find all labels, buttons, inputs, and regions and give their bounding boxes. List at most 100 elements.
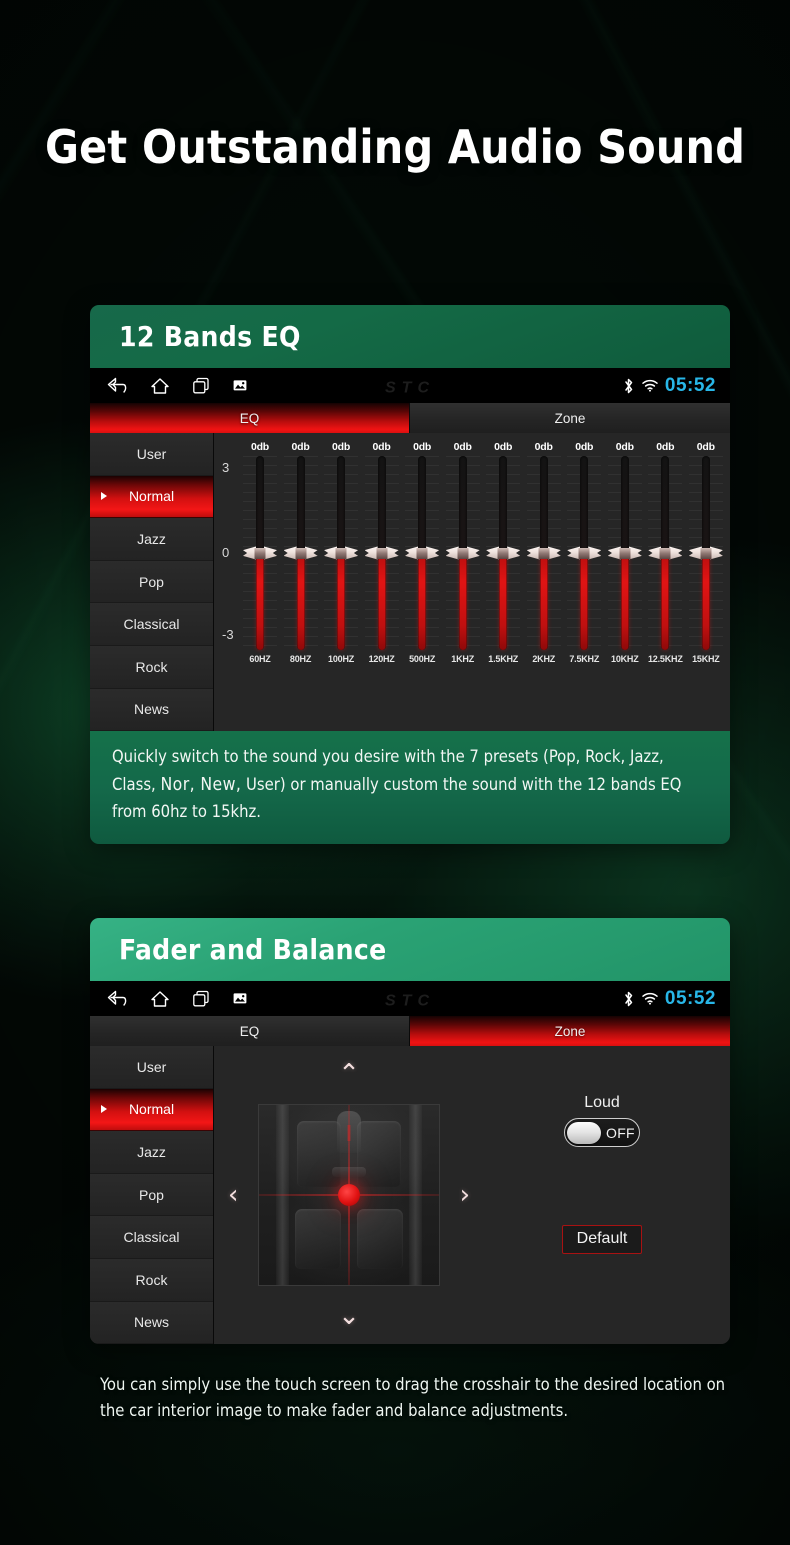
tab-zone[interactable]: Zone xyxy=(410,403,730,433)
eq-knob-bar xyxy=(376,547,388,559)
eq-band-knob[interactable] xyxy=(283,546,318,560)
preset-label: Normal xyxy=(128,1101,175,1118)
balance-right-arrow-icon[interactable]: › xyxy=(460,1182,470,1208)
preset-item-news[interactable]: News xyxy=(90,1301,213,1345)
eq-band-knob[interactable] xyxy=(324,546,359,560)
eq-band-frequency-label: 1.5KHZ xyxy=(488,654,519,664)
back-arrow-icon[interactable] xyxy=(107,377,128,394)
eq-knob-right-wing xyxy=(628,546,642,560)
preset-item-user[interactable]: User xyxy=(90,433,213,476)
eq-band-frequency-label: 2KHZ xyxy=(532,654,556,664)
eq-band-knob[interactable] xyxy=(688,546,723,560)
eq-band-fill xyxy=(378,553,386,650)
back-arrow-icon[interactable] xyxy=(107,990,128,1007)
preset-item-classical[interactable]: Classical xyxy=(90,1216,213,1259)
balance-left-arrow-icon[interactable]: ‹ xyxy=(228,1182,238,1208)
eq-band-fill xyxy=(621,553,629,650)
preset-label: Jazz xyxy=(137,530,166,547)
fader-right-controls: Loud OFF Default xyxy=(474,1046,730,1344)
eq-band-frequency-label: 12.5KHZ xyxy=(648,654,683,664)
preset-item-user[interactable]: User xyxy=(90,1046,213,1089)
preset-item-jazz[interactable]: Jazz xyxy=(90,1131,213,1174)
tab-zone[interactable]: Zone xyxy=(410,1016,730,1046)
eq-band-fill xyxy=(540,553,548,650)
preset-item-pop[interactable]: Pop xyxy=(90,1173,213,1217)
crosshair-handle[interactable] xyxy=(338,1184,360,1206)
caption-eq: Quickly switch to the sound you desire w… xyxy=(90,731,730,844)
eq-band-value: 0db xyxy=(291,441,310,453)
eq-band-value: 0db xyxy=(696,441,715,453)
eq-band-knob[interactable] xyxy=(648,546,683,560)
eq-band-frequency-label: 10KHZ xyxy=(611,654,639,664)
eq-band-knob[interactable] xyxy=(567,546,602,560)
eq-knob-bar xyxy=(295,547,307,559)
eq-band-knob[interactable] xyxy=(607,546,642,560)
preset-item-classical[interactable]: Classical xyxy=(90,603,213,646)
eq-band-knob[interactable] xyxy=(405,546,440,560)
eq-band-value: 0db xyxy=(372,441,391,453)
eq-band-frequency-label: 100HZ xyxy=(328,654,355,664)
status-bar-nav-icons xyxy=(107,377,247,395)
eq-band-slider[interactable] xyxy=(324,456,359,650)
screenshot-icon[interactable] xyxy=(233,379,247,392)
caption-eq-emphasis: Nor, New, xyxy=(160,774,242,795)
preset-label: Pop xyxy=(139,573,164,590)
car-interior-pad[interactable] xyxy=(258,1104,440,1286)
home-icon[interactable] xyxy=(150,377,170,395)
eq-body: User Normal Jazz Pop Classical Rock News… xyxy=(90,433,730,732)
preset-item-rock[interactable]: Rock xyxy=(90,1258,213,1302)
eq-band-knob[interactable] xyxy=(526,546,561,560)
eq-knob-bar xyxy=(619,547,631,559)
eq-band-fill xyxy=(702,553,710,650)
eq-knob-bar xyxy=(497,547,509,559)
eq-band-knob[interactable] xyxy=(486,546,521,560)
home-icon[interactable] xyxy=(150,990,170,1008)
recents-icon[interactable] xyxy=(192,990,211,1008)
tab-eq[interactable]: EQ xyxy=(90,403,410,433)
toggle-state-label: OFF xyxy=(606,1124,635,1141)
eq-band-slider[interactable] xyxy=(607,456,642,650)
eq-band-slider[interactable] xyxy=(526,456,561,650)
preset-list-fader: User Normal Jazz Pop Classical Rock News xyxy=(90,1046,214,1345)
eq-band-fill xyxy=(459,553,467,650)
car-seat-rear-right xyxy=(357,1209,403,1269)
eq-band-value: 0db xyxy=(575,441,594,453)
screenshot-icon[interactable] xyxy=(233,992,247,1005)
fader-down-arrow-icon[interactable]: ⌄ xyxy=(338,1303,360,1329)
eq-band: 0db 15KHZ xyxy=(688,441,724,727)
tab-eq[interactable]: EQ xyxy=(90,1016,410,1046)
eq-band-value: 0db xyxy=(656,441,675,453)
loudness-label: Loud xyxy=(584,1094,620,1111)
preset-item-rock[interactable]: Rock xyxy=(90,645,213,689)
preset-item-jazz[interactable]: Jazz xyxy=(90,518,213,561)
eq-band-value: 0db xyxy=(453,441,472,453)
eq-band-slider[interactable] xyxy=(405,456,440,650)
eq-band-slider[interactable] xyxy=(688,456,723,650)
recents-icon[interactable] xyxy=(192,377,211,395)
eq-band-knob[interactable] xyxy=(243,546,277,560)
eq-band-value: 0db xyxy=(494,441,513,453)
preset-item-normal[interactable]: Normal xyxy=(90,1088,213,1132)
eq-band-knob[interactable] xyxy=(364,546,399,560)
preset-item-news[interactable]: News xyxy=(90,688,213,732)
eq-band-slider[interactable] xyxy=(445,456,480,650)
eq-band-slider[interactable] xyxy=(283,456,318,650)
loudness-toggle[interactable]: OFF xyxy=(564,1118,640,1147)
card-title-eq: 12 Bands EQ xyxy=(119,320,301,353)
card-12-bands-eq: 12 Bands EQ STC 05:52 EQ Zone User Norma… xyxy=(90,305,730,844)
eq-band-slider[interactable] xyxy=(243,456,277,650)
eq-band-knob[interactable] xyxy=(445,546,480,560)
eq-knob-right-wing xyxy=(507,546,521,560)
eq-band-frequency-label: 7.5KHZ xyxy=(569,654,600,664)
preset-item-pop[interactable]: Pop xyxy=(90,560,213,604)
eq-band-frequency-label: 80HZ xyxy=(289,654,312,664)
eq-band-slider[interactable] xyxy=(364,456,399,650)
preset-item-normal[interactable]: Normal xyxy=(90,475,213,519)
page-title: Get Outstanding Audio Sound xyxy=(44,120,746,174)
fader-up-arrow-icon[interactable]: ⌃ xyxy=(338,1061,360,1087)
default-button[interactable]: Default xyxy=(561,1225,643,1254)
caption-fader: You can simply use the touch screen to d… xyxy=(100,1375,726,1420)
eq-band-slider[interactable] xyxy=(486,456,521,650)
eq-band-slider[interactable] xyxy=(567,456,602,650)
eq-band-slider[interactable] xyxy=(648,456,683,650)
